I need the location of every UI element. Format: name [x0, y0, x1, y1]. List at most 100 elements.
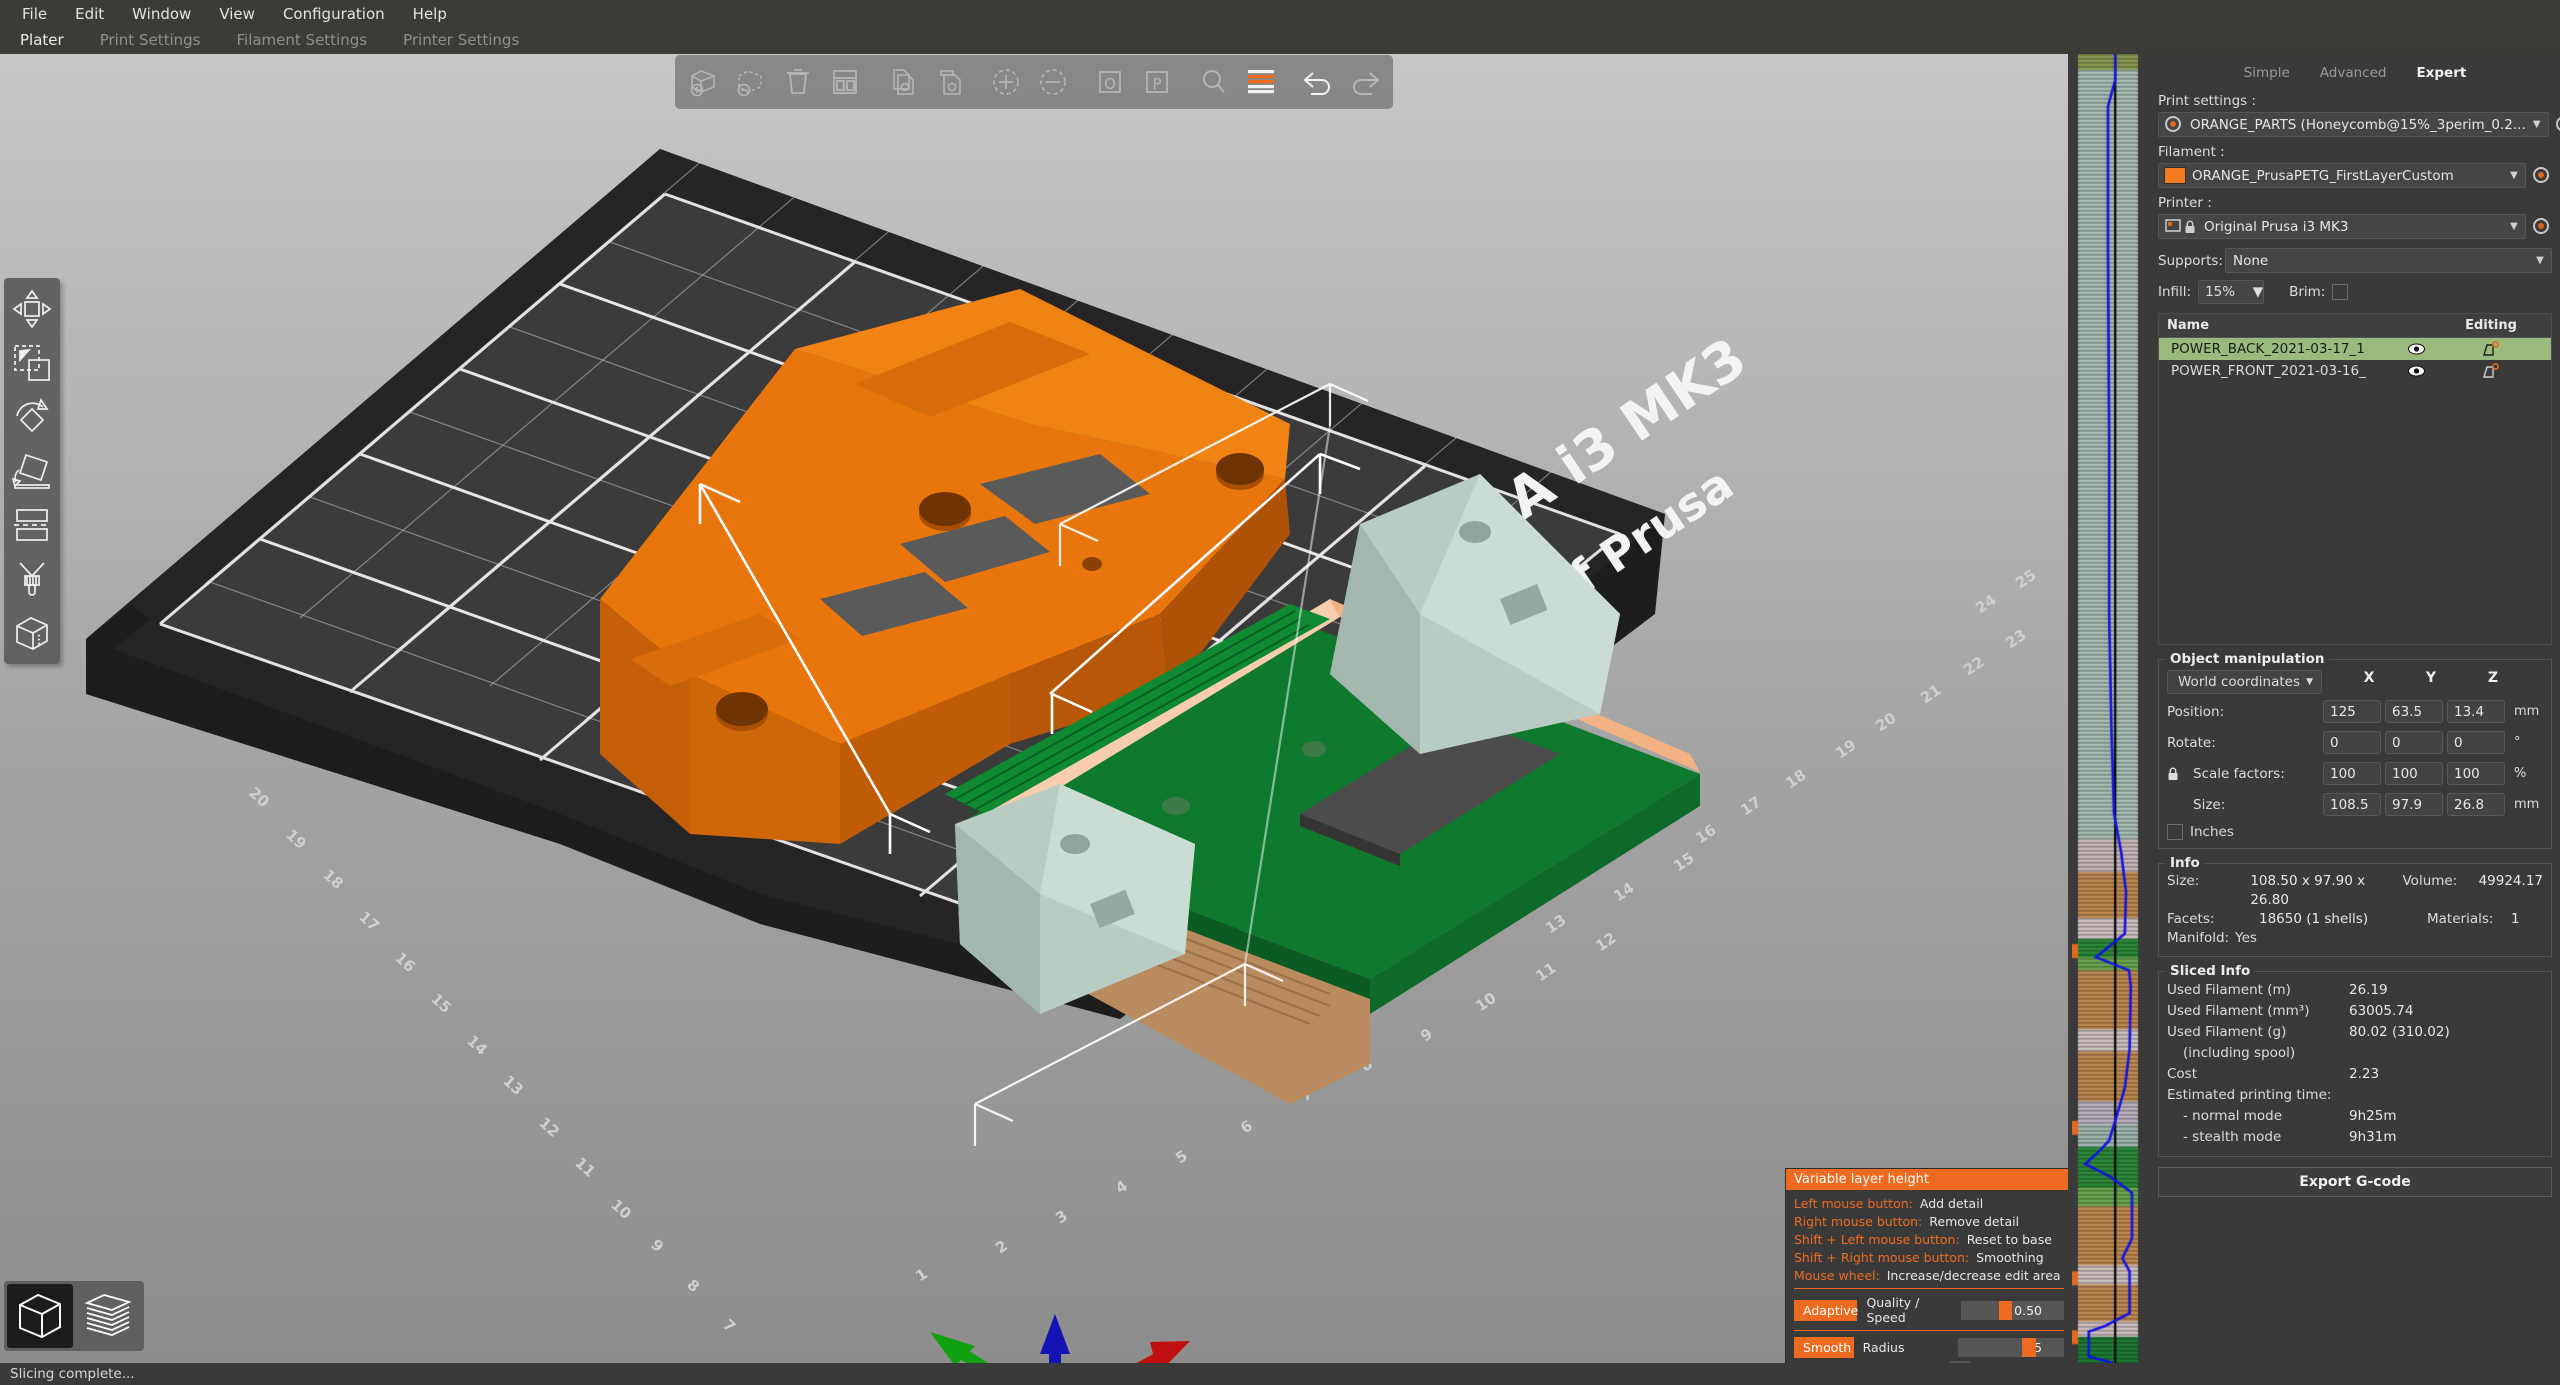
inches-checkbox[interactable]: [2167, 824, 2183, 840]
settings-icon[interactable]: [2431, 341, 2551, 357]
layer-height-canvas[interactable]: [2072, 54, 2150, 1363]
paste-icon[interactable]: [926, 60, 971, 105]
print-settings-label: Print settings :: [2158, 93, 2257, 109]
coordinate-mode-combo[interactable]: World coordinates ▼: [2167, 670, 2322, 694]
split-to-parts-icon[interactable]: P: [1134, 60, 1179, 105]
place-on-face-icon[interactable]: [4, 444, 60, 498]
sliced-value-filament-m: 26.19: [2349, 982, 2388, 998]
seam-icon[interactable]: [4, 606, 60, 660]
3d-editor-view-icon[interactable]: [7, 1284, 73, 1348]
menu-item-configuration[interactable]: Configuration: [269, 2, 399, 26]
menu-item-window[interactable]: Window: [118, 2, 205, 26]
position-label: Position:: [2167, 703, 2225, 720]
info-volume-label: Volume:: [2402, 873, 2458, 889]
export-gcode-button[interactable]: Export G-code: [2158, 1167, 2552, 1197]
brim-checkbox[interactable]: [2332, 284, 2349, 300]
infill-combo[interactable]: 15% ▼: [2198, 280, 2265, 304]
position-x-input[interactable]: 125: [2323, 700, 2381, 723]
adaptive-button[interactable]: Adaptive: [1794, 1299, 1858, 1321]
mode-simple[interactable]: Simple: [2229, 60, 2305, 86]
quality-speed-value: 0.50: [2014, 1302, 2042, 1318]
preview-layers-icon[interactable]: [75, 1284, 141, 1348]
scale-z-input[interactable]: 100: [2447, 762, 2505, 785]
delete-icon[interactable]: [728, 60, 773, 105]
menu-item-help[interactable]: Help: [399, 2, 461, 26]
printer-edit-gear-icon[interactable]: [2532, 217, 2552, 237]
add-instance-icon[interactable]: [983, 60, 1028, 105]
tab-filament-settings[interactable]: Filament Settings: [218, 28, 385, 54]
scale-y-input[interactable]: 100: [2385, 762, 2443, 785]
sliced-label-filament-m: Used Filament (m): [2167, 982, 2291, 998]
supports-combo[interactable]: None ▼: [2225, 248, 2552, 273]
rotate-icon[interactable]: [4, 390, 60, 444]
scale-icon[interactable]: [4, 336, 60, 390]
hint-shift-right-key: Shift + Right mouse button:: [1794, 1250, 1970, 1265]
position-y-input[interactable]: 63.5: [2385, 700, 2443, 723]
undo-icon[interactable]: [1295, 60, 1340, 105]
supports-value: None: [2233, 252, 2269, 269]
filament-combo[interactable]: ORANGE_PrusaPETG_FirstLayerCustom ▼: [2158, 163, 2526, 188]
split-to-objects-icon[interactable]: O: [1087, 60, 1132, 105]
radius-handle[interactable]: [2022, 1338, 2036, 1357]
eye-icon[interactable]: [2401, 343, 2431, 355]
uniform-scale-lock-icon[interactable]: [2167, 767, 2181, 781]
keep-min-checkbox[interactable]: [1950, 1361, 1970, 1363]
info-size-row: Size: 108.50 x 97.90 x 26.80 Volume: 499…: [2167, 872, 2543, 910]
delete-all-icon[interactable]: [775, 60, 820, 105]
sliced-row-stealth-mode: - stealth mode 9h31m: [2167, 1127, 2543, 1148]
paint-support-icon[interactable]: [4, 552, 60, 606]
object-list-empty-space[interactable]: [2159, 382, 2551, 644]
rotate-z-input[interactable]: 0: [2447, 731, 2505, 754]
menu-item-view[interactable]: View: [205, 2, 269, 26]
chevron-down-icon[interactable]: ▼: [2253, 284, 2263, 300]
hint-left-mouse-value: Add detail: [1919, 1196, 1984, 1211]
mode-expert[interactable]: Expert: [2401, 60, 2481, 86]
size-x-input[interactable]: 108.5: [2323, 793, 2381, 816]
cut-icon[interactable]: [4, 498, 60, 552]
chevron-down-icon[interactable]: ▼: [2503, 221, 2525, 232]
printer-combo[interactable]: Original Prusa i3 MK3 ▼: [2158, 214, 2526, 239]
smooth-button[interactable]: Smooth: [1794, 1337, 1854, 1358]
infill-label: Infill:: [2158, 284, 2192, 300]
rotate-y-input[interactable]: 0: [2385, 731, 2443, 754]
quality-speed-slider[interactable]: 0.50: [1961, 1300, 2064, 1320]
size-z-input[interactable]: 26.8: [2447, 793, 2505, 816]
chevron-down-icon[interactable]: ▼: [2306, 677, 2321, 687]
settings-icon[interactable]: [2431, 363, 2551, 379]
filament-edit-gear-icon[interactable]: [2532, 166, 2552, 186]
layer-height-strip[interactable]: [2072, 54, 2150, 1363]
scale-x-input[interactable]: 100: [2323, 762, 2381, 785]
print-settings-edit-gear-icon[interactable]: [2555, 115, 2560, 135]
tab-plater[interactable]: Plater: [2, 28, 82, 54]
rotate-unit: °: [2514, 735, 2521, 750]
rotate-x-input[interactable]: 0: [2323, 731, 2381, 754]
eye-icon[interactable]: [2401, 365, 2431, 377]
tab-printer-settings[interactable]: Printer Settings: [385, 28, 537, 54]
print-settings-combo[interactable]: ORANGE_PARTS (Honeycomb@15%_3perim_0.2..…: [2158, 112, 2549, 137]
move-icon[interactable]: [4, 282, 60, 336]
chevron-down-icon[interactable]: ▼: [2529, 255, 2551, 266]
chevron-down-icon[interactable]: ▼: [2526, 119, 2548, 130]
search-icon[interactable]: [1191, 60, 1236, 105]
quality-speed-handle[interactable]: [1999, 1300, 2012, 1320]
remove-instance-icon[interactable]: [1030, 60, 1075, 105]
info-facets-value: 18650 (1 shells): [2259, 911, 2369, 927]
position-z-input[interactable]: 13.4: [2447, 700, 2505, 723]
chevron-down-icon[interactable]: ▼: [2503, 170, 2525, 181]
add-icon[interactable]: [681, 60, 726, 105]
table-row[interactable]: POWER_BACK_2021-03-17_1: [2159, 338, 2551, 360]
menu-item-edit[interactable]: Edit: [61, 2, 118, 26]
size-y-input[interactable]: 97.9: [2385, 793, 2443, 816]
coordinate-mode-value: World coordinates: [2178, 674, 2301, 690]
info-panel: Info Size: 108.50 x 97.90 x 26.80 Volume…: [2158, 855, 2552, 957]
layers-editing-icon[interactable]: [1238, 60, 1283, 105]
radius-slider[interactable]: 5: [1957, 1338, 2064, 1357]
arrange-icon[interactable]: [822, 60, 867, 105]
mode-advanced[interactable]: Advanced: [2305, 60, 2402, 86]
tab-print-settings[interactable]: Print Settings: [82, 28, 219, 54]
copy-icon[interactable]: [879, 60, 924, 105]
3d-viewport[interactable]: PRUSA i3 MK3 by Josef Prusa 1 2 3 4 5 6 …: [0, 54, 2068, 1363]
menu-item-file[interactable]: File: [8, 2, 61, 26]
table-row[interactable]: POWER_FRONT_2021-03-16_: [2159, 360, 2551, 382]
redo-icon[interactable]: [1342, 60, 1387, 105]
